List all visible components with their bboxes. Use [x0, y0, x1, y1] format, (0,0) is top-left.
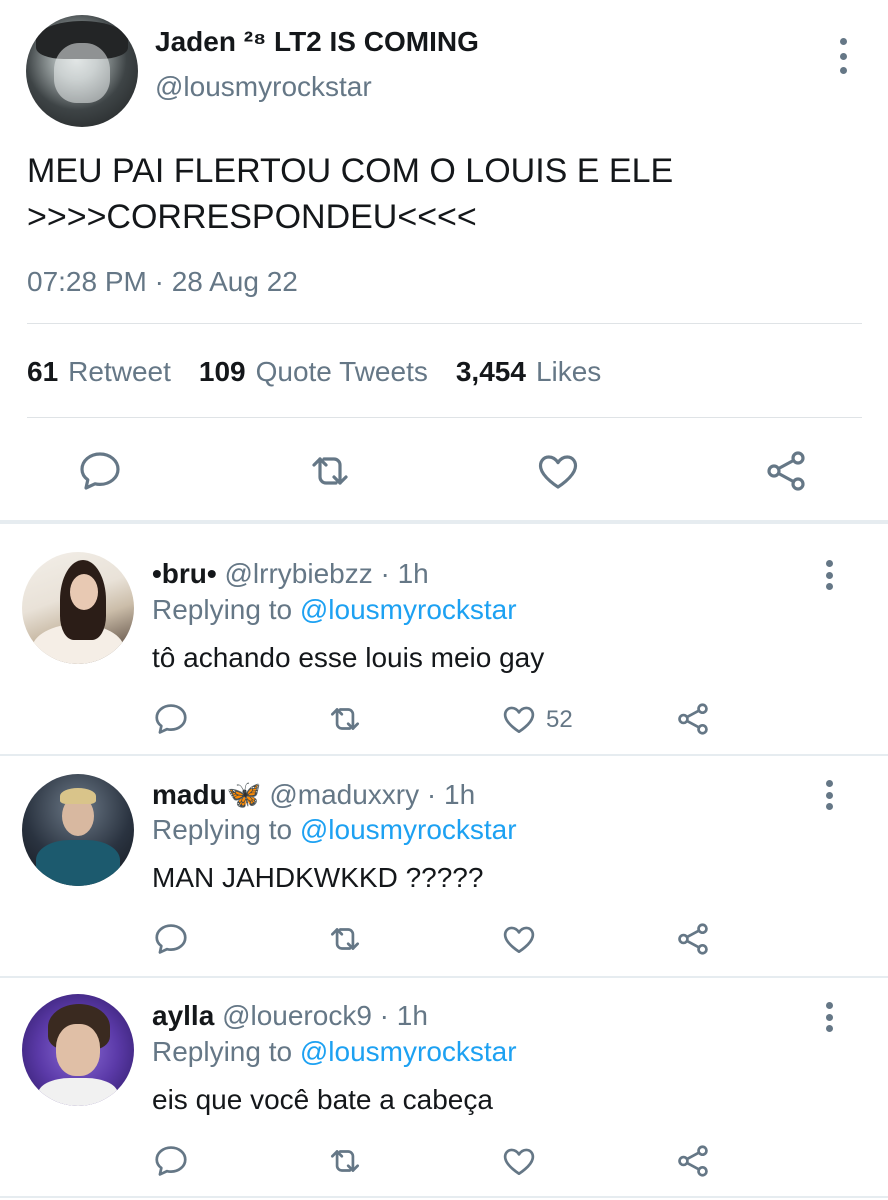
- reply-handle-time[interactable]: @maduxxry · 1h: [269, 779, 475, 810]
- like-icon[interactable]: [534, 447, 582, 495]
- tweet-text: MEU PAI FLERTOU COM O LOUIS E ELE >>>>CO…: [27, 148, 867, 240]
- replying-to-prefix: Replying to: [152, 814, 300, 845]
- reply-icon[interactable]: [152, 920, 190, 958]
- reply-handle-time[interactable]: @lrrybiebzz · 1h: [225, 558, 429, 589]
- replying-to-line: Replying to @lousmyrockstar: [152, 1036, 517, 1068]
- more-options-icon[interactable]: [824, 1002, 834, 1032]
- reply-header: aylla @louerock9 · 1h: [152, 1000, 428, 1032]
- author-display-name[interactable]: Jaden ²⁸ LT2 IS COMING: [155, 26, 479, 58]
- retweet-icon[interactable]: [326, 1142, 364, 1180]
- likes-stat[interactable]: 3,454 Likes: [456, 356, 601, 388]
- replying-to-line: Replying to @lousmyrockstar: [152, 594, 517, 626]
- like-icon[interactable]: [500, 1142, 538, 1180]
- share-icon[interactable]: [674, 1142, 712, 1180]
- reply-avatar[interactable]: [22, 774, 134, 886]
- replying-to-link[interactable]: @lousmyrockstar: [300, 814, 517, 845]
- quote-tweets-count: 109: [198, 356, 246, 387]
- author-avatar[interactable]: [26, 15, 138, 127]
- like-count: 52: [546, 706, 573, 733]
- quote-tweets-stat[interactable]: 109 Quote Tweets: [199, 356, 428, 388]
- likes-count: 3,454: [455, 356, 526, 387]
- reply-avatar[interactable]: [22, 994, 134, 1106]
- retweet-count: 61: [27, 356, 59, 387]
- replying-to-line: Replying to @lousmyrockstar: [152, 814, 517, 846]
- reply-header: •bru• @lrrybiebzz · 1h: [152, 558, 429, 590]
- replying-to-prefix: Replying to: [152, 1036, 300, 1067]
- like-icon[interactable]: [500, 920, 538, 958]
- author-handle[interactable]: @lousmyrockstar: [155, 71, 372, 103]
- reply-display-name[interactable]: aylla: [152, 1000, 214, 1031]
- more-options-icon[interactable]: [824, 560, 834, 590]
- reply-tweet[interactable]: madu🦋 @maduxxry · 1h Replying to @lousmy…: [0, 756, 888, 976]
- main-tweet: Jaden ²⁸ LT2 IS COMING @lousmyrockstar M…: [0, 0, 888, 520]
- retweet-icon[interactable]: [326, 920, 364, 958]
- tweet-timestamp[interactable]: 07:28 PM · 28 Aug 22: [27, 266, 298, 298]
- retweet-stat[interactable]: 61 Retweet: [27, 356, 171, 388]
- reply-handle-time[interactable]: @louerock9 · 1h: [222, 1000, 428, 1031]
- reply-display-name[interactable]: •bru•: [152, 558, 217, 589]
- replying-to-prefix: Replying to: [152, 594, 300, 625]
- reply-avatar[interactable]: [22, 552, 134, 664]
- retweet-label: Retweet: [68, 356, 171, 387]
- reply-icon[interactable]: [76, 447, 124, 495]
- likes-label: Likes: [535, 356, 602, 387]
- reply-header: madu🦋 @maduxxry · 1h: [152, 778, 475, 811]
- reply-icon[interactable]: [152, 700, 190, 738]
- replying-to-link[interactable]: @lousmyrockstar: [300, 1036, 517, 1067]
- reply-icon[interactable]: [152, 1142, 190, 1180]
- retweet-icon[interactable]: [326, 700, 364, 738]
- divider: [27, 323, 862, 324]
- reply-tweet[interactable]: aylla @louerock9 · 1h Replying to @lousm…: [0, 978, 888, 1200]
- like-icon[interactable]: [500, 700, 538, 738]
- tweet-text-line: MEU PAI FLERTOU COM O LOUIS E ELE: [27, 152, 674, 190]
- tweet-stats: 61 Retweet 109 Quote Tweets 3,454 Likes: [27, 356, 601, 388]
- quote-tweets-label: Quote Tweets: [255, 356, 428, 387]
- tweet-text-line: >>>>CORRESPONDEU<<<<: [27, 198, 477, 236]
- more-options-icon[interactable]: [838, 38, 848, 74]
- reply-text: eis que você bate a cabeça: [152, 1084, 493, 1115]
- reply-display-name[interactable]: madu🦋: [152, 779, 262, 810]
- retweet-icon[interactable]: [306, 447, 354, 495]
- reply-text: MAN JAHDKWKKD ?????: [152, 862, 484, 893]
- share-icon[interactable]: [674, 920, 712, 958]
- section-divider: [0, 1196, 888, 1198]
- more-options-icon[interactable]: [824, 780, 834, 810]
- divider: [27, 417, 862, 418]
- share-icon[interactable]: [674, 700, 712, 738]
- share-icon[interactable]: [762, 447, 810, 495]
- reply-text: tô achando esse louis meio gay: [152, 642, 545, 673]
- reply-tweet[interactable]: •bru• @lrrybiebzz · 1h Replying to @lous…: [0, 524, 888, 754]
- replying-to-link[interactable]: @lousmyrockstar: [300, 594, 517, 625]
